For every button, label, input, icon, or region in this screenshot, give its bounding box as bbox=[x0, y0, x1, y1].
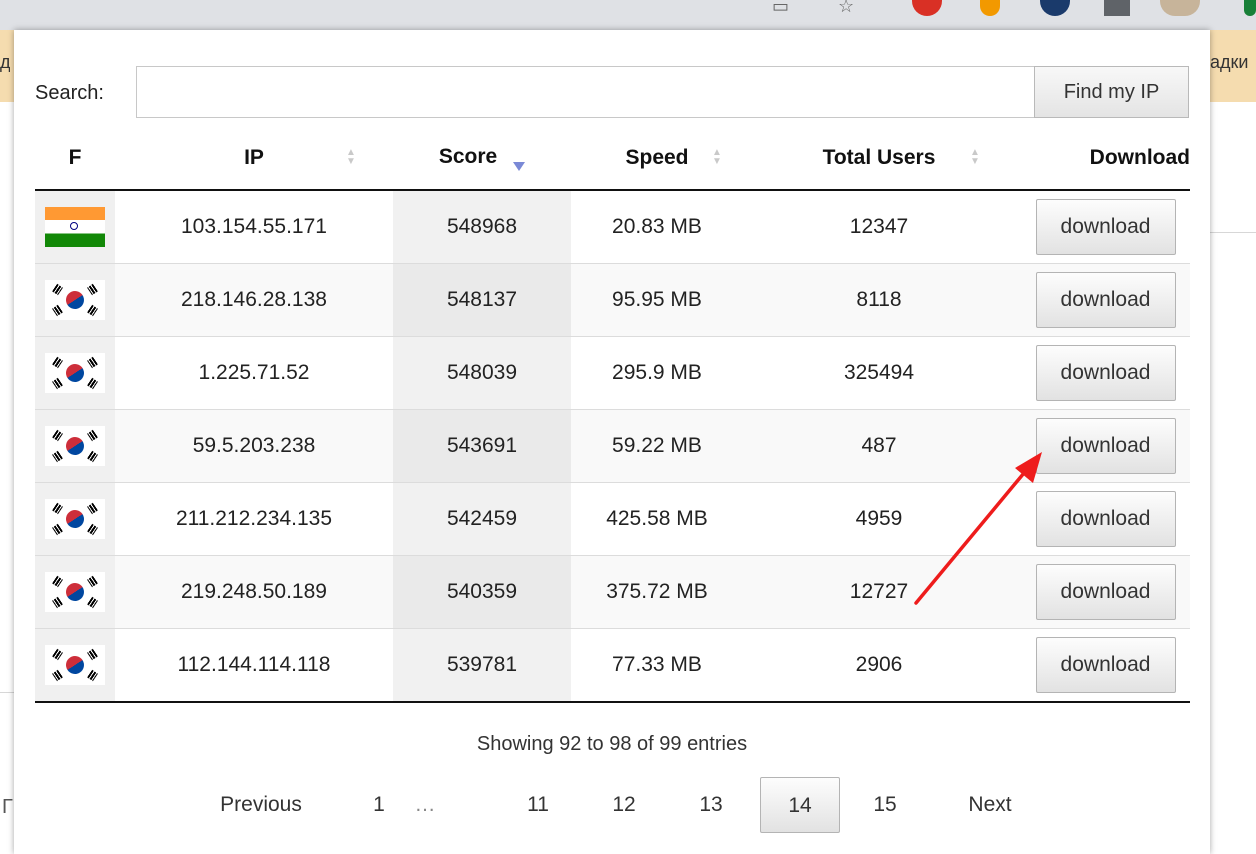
page-divider bbox=[0, 692, 14, 693]
pagination-previous[interactable]: Previous bbox=[201, 777, 321, 833]
table-row: 59.5.203.238 543691 59.22 MB 487 downloa… bbox=[35, 409, 1190, 483]
table-row: 112.144.114.118 539781 77.33 MB 2906 dow… bbox=[35, 628, 1190, 703]
screenshot-icon[interactable]: ▭ bbox=[772, 0, 789, 17]
ip-cell: 112.144.114.118 bbox=[115, 628, 393, 703]
download-button[interactable]: download bbox=[1035, 418, 1176, 474]
users-cell: 8118 bbox=[743, 263, 1015, 337]
download-button[interactable]: download bbox=[1035, 491, 1176, 547]
pagination-ellipsis: … bbox=[414, 793, 436, 816]
pagination-page[interactable]: 1 bbox=[357, 777, 401, 833]
score-cell: 539781 bbox=[393, 628, 571, 703]
extension-icon[interactable] bbox=[1160, 0, 1200, 16]
table-row: 219.248.50.189 540359 375.72 MB 12727 do… bbox=[35, 555, 1190, 629]
sort-descending-icon bbox=[513, 161, 526, 171]
table-info: Showing 92 to 98 of 99 entries bbox=[476, 733, 748, 755]
download-button[interactable]: download bbox=[1035, 564, 1176, 620]
ip-cell: 103.154.55.171 bbox=[181, 215, 327, 238]
pagination-next[interactable]: Next bbox=[950, 777, 1030, 833]
pagination-page[interactable]: 12 bbox=[602, 777, 646, 833]
search-label: Search: bbox=[35, 82, 104, 104]
table-header-row: F IP ▲ ▼ Score Speed ▲ ▼ Total Users ▲ ▼ Do… bbox=[35, 126, 1190, 191]
ip-cell: 218.146.28.138 bbox=[115, 263, 393, 337]
speed-cell: 59.22 MB bbox=[571, 409, 743, 483]
pagination-page[interactable]: 15 bbox=[863, 777, 907, 833]
south-korea-flag-icon bbox=[45, 572, 105, 612]
column-header-label: IP bbox=[244, 145, 264, 169]
column-header-total-users[interactable]: Total Users ▲ ▼ bbox=[743, 126, 1015, 191]
bookmark-fragment[interactable]: адки bbox=[1210, 52, 1248, 73]
score-cell: 540359 bbox=[393, 555, 571, 629]
south-korea-flag-icon bbox=[45, 499, 105, 539]
extension-icon[interactable] bbox=[1244, 0, 1256, 16]
south-korea-flag-icon bbox=[45, 645, 105, 685]
column-header-download: Download bbox=[1015, 126, 1190, 191]
users-cell: 487 bbox=[743, 409, 1015, 483]
column-header-ip[interactable]: IP ▲ ▼ bbox=[115, 126, 393, 191]
page-text-fragment: Г bbox=[2, 796, 13, 818]
pagination-page-current[interactable]: 14 bbox=[760, 777, 840, 833]
south-korea-flag-icon bbox=[45, 280, 105, 320]
column-header-score[interactable]: Score bbox=[393, 126, 571, 191]
extension-icon[interactable] bbox=[980, 0, 1000, 16]
download-button[interactable]: download bbox=[1035, 345, 1176, 401]
table-row: 1.225.71.52 548039 295.9 MB 325494 downl… bbox=[35, 336, 1190, 410]
table-row: 211.212.234.135 542459 425.58 MB 4959 do… bbox=[35, 482, 1190, 556]
download-button[interactable]: download bbox=[1035, 272, 1176, 328]
search-input[interactable] bbox=[136, 66, 1034, 118]
speed-cell: 95.95 MB bbox=[571, 263, 743, 337]
column-header-label: Speed bbox=[625, 145, 689, 169]
sort-both-icon: ▲ ▼ bbox=[712, 147, 722, 167]
bookmark-fragment[interactable]: д bbox=[0, 52, 10, 73]
speed-cell: 295.9 MB bbox=[571, 336, 743, 410]
speed-cell: 425.58 MB bbox=[571, 482, 743, 556]
column-header-speed[interactable]: Speed ▲ ▼ bbox=[571, 126, 743, 191]
score-cell: 542459 bbox=[393, 482, 571, 556]
extension-icon[interactable] bbox=[1104, 0, 1130, 16]
score-cell: 548137 bbox=[393, 263, 571, 337]
ip-cell: 219.248.50.189 bbox=[115, 555, 393, 629]
pagination-page[interactable]: 11 bbox=[516, 777, 560, 833]
column-header-label: Score bbox=[438, 144, 498, 168]
speed-cell: 77.33 MB bbox=[571, 628, 743, 703]
users-cell: 4959 bbox=[743, 482, 1015, 556]
table-row: 103.154.55.171 548968 20.83 MB 12347 dow… bbox=[35, 190, 1190, 264]
ip-cell: 59.5.203.238 bbox=[115, 409, 393, 483]
download-button[interactable]: download bbox=[1035, 637, 1176, 693]
users-cell: 12727 bbox=[743, 555, 1015, 629]
score-cell: 543691 bbox=[393, 409, 571, 483]
south-korea-flag-icon bbox=[45, 353, 105, 393]
pagination-page[interactable]: 13 bbox=[689, 777, 733, 833]
star-icon[interactable]: ☆ bbox=[838, 0, 854, 17]
table-row: 218.146.28.138 548137 95.95 MB 8118 down… bbox=[35, 263, 1190, 337]
extension-popup: Search: Find my IP F IP ▲ ▼ Score Speed … bbox=[14, 30, 1210, 854]
ip-cell: 1.225.71.52 bbox=[115, 336, 393, 410]
users-cell: 12347 bbox=[849, 215, 909, 238]
speed-cell: 20.83 MB bbox=[612, 215, 702, 238]
column-header-flag[interactable]: F bbox=[35, 126, 115, 191]
india-flag-icon bbox=[45, 207, 105, 247]
find-my-ip-button[interactable]: Find my IP bbox=[1034, 66, 1189, 118]
sort-both-icon: ▲ ▼ bbox=[346, 147, 356, 167]
search-bar: Search: Find my IP bbox=[14, 66, 1210, 122]
extension-icon[interactable] bbox=[1040, 0, 1070, 16]
speed-cell: 375.72 MB bbox=[571, 555, 743, 629]
pagination: Previous 1 … 11 12 13 14 15 Next bbox=[14, 777, 1210, 833]
column-header-label: Total Users bbox=[822, 145, 936, 169]
download-button[interactable]: download bbox=[1035, 199, 1176, 255]
score-cell: 548968 bbox=[393, 190, 571, 264]
sort-both-icon: ▲ ▼ bbox=[970, 147, 980, 167]
south-korea-flag-icon bbox=[45, 426, 105, 466]
users-cell: 2906 bbox=[743, 628, 1015, 703]
score-cell: 548039 bbox=[393, 336, 571, 410]
extension-icon[interactable] bbox=[912, 0, 942, 16]
page-divider bbox=[1210, 232, 1256, 233]
ip-cell: 211.212.234.135 bbox=[115, 482, 393, 556]
users-cell: 325494 bbox=[743, 336, 1015, 410]
browser-toolbar: ▭ ☆ bbox=[0, 0, 1256, 30]
ip-table: F IP ▲ ▼ Score Speed ▲ ▼ Total Users ▲ ▼ Do… bbox=[35, 126, 1190, 703]
